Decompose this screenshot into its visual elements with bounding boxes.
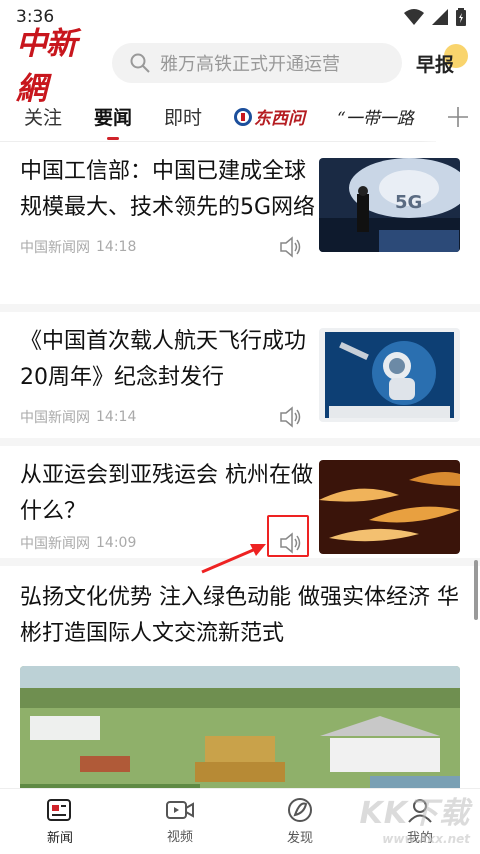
news-source: 中国新闻网 <box>20 410 90 426</box>
status-icons <box>404 8 466 26</box>
nav-video[interactable]: 视频 <box>120 789 240 854</box>
wifi-icon <box>404 9 424 25</box>
tab-belt-road[interactable]: “一带一路 <box>337 92 414 142</box>
speaker-icon[interactable] <box>279 236 303 258</box>
nav-discover[interactable]: 发现 <box>240 789 360 854</box>
news-feed: 中国工信部：中国已建成全球规模最大、技术领先的5G网络 中国新闻网 14:18 … <box>0 142 480 806</box>
add-channel-icon[interactable] <box>436 92 480 142</box>
news-title: 弘扬文化优势 注入绿色动能 做强实体经济 华彬打造国际人文交流新范式 <box>20 585 459 646</box>
svg-text:5G: 5G <box>395 192 422 213</box>
signal-icon <box>432 9 448 25</box>
tab-instant[interactable]: 即时 <box>164 92 202 142</box>
news-time: 14:18 <box>96 239 137 255</box>
5g-stage-photo: 5G <box>319 158 460 252</box>
search-placeholder: 雅万高铁正式开通运营 <box>160 54 340 75</box>
news-icon <box>47 799 71 821</box>
news-item[interactable]: 《中国首次载人航天飞行成功20周年》纪念封发行 中国新闻网 14:14 <box>0 312 480 446</box>
astronaut-stamp-photo <box>319 328 460 422</box>
news-item-featured[interactable]: 弘扬文化优势 注入绿色动能 做强实体经济 华彬打造国际人文交流新范式 <box>0 566 480 806</box>
search-icon <box>130 53 150 73</box>
news-title: 中国工信部：中国已建成全球规模最大、技术领先的5G网络 <box>20 159 316 220</box>
morning-brief-label: 早报 <box>416 53 455 76</box>
search-bar[interactable]: 雅万高铁正式开通运营 <box>112 43 402 83</box>
news-meta: 中国新闻网 14:14 <box>20 406 319 428</box>
news-item[interactable]: 中国工信部：中国已建成全球规模最大、技术领先的5G网络 中国新闻网 14:18 … <box>0 142 480 312</box>
golden-boats-photo <box>319 460 460 554</box>
tab-dongxiwen[interactable]: 东西问 <box>234 92 305 142</box>
tab-headlines[interactable]: 要闻 <box>94 92 132 142</box>
speaker-highlight-box <box>267 515 309 557</box>
dongxiwen-logo-icon <box>234 107 253 126</box>
video-icon <box>166 801 194 819</box>
campus-aerial-photo <box>20 666 460 806</box>
tab-follow[interactable]: 关注 <box>24 92 62 142</box>
watermark: KK下载 www.kkx.net <box>359 796 471 846</box>
news-source: 中国新闻网 <box>20 240 90 256</box>
discover-icon <box>288 798 312 822</box>
feed-scrollbar[interactable] <box>474 560 478 620</box>
news-title: 《中国首次载人航天飞行成功20周年》纪念封发行 <box>20 329 307 390</box>
battery-icon <box>456 8 466 26</box>
red-arrow-icon <box>201 544 266 574</box>
news-time: 14:09 <box>96 535 137 551</box>
app-header: 中新網 雅万高铁正式开通运营 早报 <box>0 26 480 107</box>
channel-tabs: 关注 要闻 即时 东西问 “一带一路 <box>0 92 480 142</box>
speaker-icon[interactable] <box>279 406 303 428</box>
news-time: 14:14 <box>96 409 137 425</box>
morning-brief-button[interactable]: 早报 <box>416 43 468 77</box>
news-meta: 中国新闻网 14:18 <box>20 236 319 258</box>
nav-news[interactable]: 新闻 <box>0 789 120 854</box>
news-source: 中国新闻网 <box>20 536 90 552</box>
